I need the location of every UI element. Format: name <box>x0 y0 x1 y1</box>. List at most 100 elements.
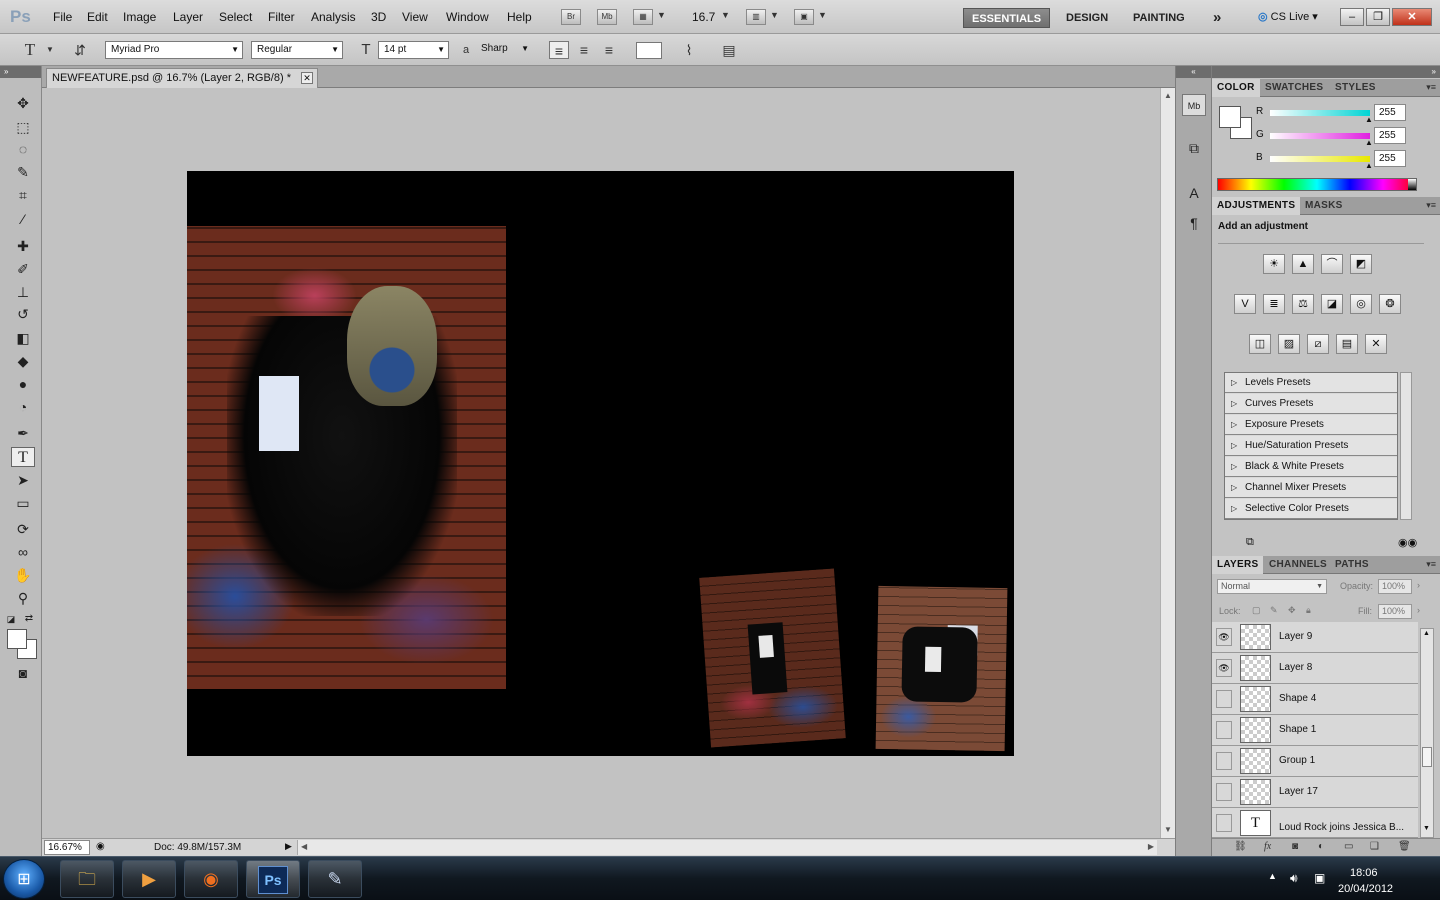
layer-style-icon[interactable]: fx <box>1264 841 1271 852</box>
vertical-scrollbar[interactable]: ▲ ▼ <box>1160 88 1175 838</box>
tab-masks[interactable]: MASKS <box>1300 197 1348 215</box>
align-right-icon[interactable]: ≡ <box>599 41 619 59</box>
taskbar-firefox[interactable]: ◉ <box>184 860 238 898</box>
layer-row[interactable]: 👁︎ Layer 9 <box>1212 622 1418 653</box>
menu-3d[interactable]: 3D <box>371 10 386 24</box>
eraser-tool-icon[interactable]: ◧ <box>11 328 35 348</box>
3d-rotate-tool-icon[interactable]: ⟳ <box>11 519 35 539</box>
text-color-swatch[interactable] <box>636 42 662 59</box>
screen-mode-button[interactable]: ▣ <box>794 9 814 25</box>
threshold-icon[interactable]: ⧄ <box>1307 334 1329 354</box>
layer-row[interactable]: T Loud Rock joins Jessica B... <box>1212 808 1418 838</box>
clock-date[interactable]: 20/04/2012 <box>1338 883 1393 895</box>
panel-menu-icon[interactable]: ▾≡ <box>1426 200 1436 211</box>
path-selection-tool-icon[interactable]: ➤ <box>11 470 35 490</box>
invert-icon[interactable]: ◫ <box>1249 334 1271 354</box>
clip-to-layer-icon[interactable]: ◉◉ <box>1398 536 1417 549</box>
tab-swatches[interactable]: SWATCHES <box>1260 79 1328 97</box>
history-brush-tool-icon[interactable]: ↺ <box>11 304 35 324</box>
add-mask-icon[interactable]: ◙ <box>1292 841 1298 852</box>
scroll-thumb[interactable] <box>1422 747 1432 767</box>
show-hidden-icons-icon[interactable]: ▲ <box>1268 871 1277 881</box>
blur-tool-icon[interactable]: ● <box>11 374 35 394</box>
rectangle-tool-icon[interactable]: ▭ <box>11 493 35 513</box>
color-spectrum-bar[interactable] <box>1217 178 1417 191</box>
fill-field[interactable]: 100% <box>1378 604 1412 619</box>
view-extras-button[interactable]: ▦ <box>633 9 653 25</box>
list-item[interactable]: ▷ Selective Color Presets <box>1225 499 1397 519</box>
layer-row[interactable]: Group 1 <box>1212 746 1418 777</box>
zoom-tool-icon[interactable]: ⚲ <box>11 588 35 608</box>
chevron-down-icon[interactable]: ▼ <box>40 41 60 59</box>
list-item[interactable]: ▷ Curves Presets <box>1225 394 1397 414</box>
layers-scrollbar[interactable]: ▲ ▼ <box>1420 628 1434 838</box>
expand-triangle-icon[interactable]: ▷ <box>1231 394 1237 414</box>
minibridge-button[interactable]: Mb <box>597 9 617 25</box>
volume-icon[interactable]: 🔊︎ <box>1290 871 1298 886</box>
layer-row[interactable]: 👁︎ Layer 8 <box>1212 653 1418 684</box>
color-value-r[interactable]: 255 <box>1374 104 1406 121</box>
status-info-icon[interactable]: ◉ <box>96 841 105 852</box>
color-slider-track-r[interactable] <box>1270 110 1370 116</box>
healing-brush-tool-icon[interactable]: ✚ <box>11 236 35 256</box>
type-tool-icon[interactable]: T <box>11 447 35 467</box>
scroll-left-icon[interactable]: ◀ <box>301 842 307 851</box>
tab-paths[interactable]: PATHS <box>1330 556 1374 574</box>
blend-mode-select[interactable]: Normal ▼ <box>1217 579 1327 594</box>
black-white-icon[interactable]: ◪ <box>1321 294 1343 314</box>
brightness-contrast-icon[interactable]: ☀ <box>1263 254 1285 274</box>
document-tab[interactable]: NEWFEATURE.psd @ 16.7% (Layer 2, RGB/8) … <box>46 68 318 88</box>
brush-tool-icon[interactable]: ✐ <box>11 259 35 279</box>
scroll-up-icon[interactable]: ▲ <box>1164 91 1172 100</box>
layer-row[interactable]: Shape 1 <box>1212 715 1418 746</box>
network-icon[interactable]: ▣ <box>1314 871 1325 885</box>
swap-colors-icon[interactable]: ⇄ <box>22 609 36 629</box>
menu-view[interactable]: View <box>402 10 428 24</box>
selective-color-icon[interactable]: ✕ <box>1365 334 1387 354</box>
antialias-select[interactable]: Sharp ▼ <box>476 41 532 59</box>
menu-window[interactable]: Window <box>446 10 489 24</box>
tab-adjustments[interactable]: ADJUSTMENTS <box>1212 197 1301 215</box>
list-item[interactable]: ▷ Black & White Presets <box>1225 457 1397 477</box>
taskbar-media-player[interactable]: ▶ <box>122 860 176 898</box>
align-left-icon[interactable]: ≡ <box>549 41 569 59</box>
scroll-up-icon[interactable]: ▲ <box>1423 630 1430 637</box>
gradient-map-icon[interactable]: ▤ <box>1336 334 1358 354</box>
default-colors-icon[interactable]: ◪ <box>4 609 18 629</box>
list-item[interactable]: ▷ Levels Presets <box>1225 373 1397 393</box>
clock-time[interactable]: 18:06 <box>1350 867 1378 879</box>
visibility-toggle[interactable] <box>1216 721 1232 739</box>
new-layer-icon[interactable]: ❑ <box>1370 841 1379 852</box>
taskbar-paint[interactable]: ✎ <box>308 860 362 898</box>
taskbar-explorer[interactable]: 🗀 <box>60 860 114 898</box>
color-value-g[interactable]: 255 <box>1374 127 1406 144</box>
menu-layer[interactable]: Layer <box>173 10 203 24</box>
document-canvas[interactable] <box>187 171 1014 756</box>
posterize-icon[interactable]: ▨ <box>1278 334 1300 354</box>
opacity-field[interactable]: 100% <box>1378 579 1412 594</box>
chevron-down-icon[interactable]: ▼ <box>721 10 730 20</box>
list-item[interactable]: ▷ Channel Mixer Presets <box>1225 478 1397 498</box>
bridge-button[interactable]: Br <box>561 9 581 25</box>
start-button[interactable]: ⊞ <box>3 859 45 899</box>
status-menu-arrow-icon[interactable]: ▶ <box>285 841 292 852</box>
taskbar-photoshop[interactable]: Ps <box>246 860 300 898</box>
tab-layers[interactable]: LAYERS <box>1212 556 1264 574</box>
new-group-icon[interactable]: ▭ <box>1344 841 1353 852</box>
expand-panel-icon[interactable]: » <box>0 66 41 78</box>
align-center-icon[interactable]: ≡ <box>574 41 594 59</box>
menu-analysis[interactable]: Analysis <box>311 10 356 24</box>
photo-hanging-figure[interactable] <box>699 568 846 748</box>
lock-image-icon[interactable]: ✎ <box>1270 605 1278 616</box>
link-layers-icon[interactable]: ⛓ <box>1234 841 1247 852</box>
font-family-select[interactable]: Myriad Pro ▼ <box>105 41 243 59</box>
workspace-design[interactable]: DESIGN <box>1058 8 1116 28</box>
quick-mask-icon[interactable]: ◙ <box>11 663 35 683</box>
list-item[interactable]: ▷ Hue/Saturation Presets <box>1225 436 1397 456</box>
expand-triangle-icon[interactable]: ▷ <box>1231 373 1237 393</box>
eyedropper-tool-icon[interactable]: ⁄ <box>11 209 35 229</box>
adjustment-layer-icon[interactable]: ◐ <box>1318 841 1324 852</box>
history-panel-icon[interactable]: ⧉ <box>1182 137 1206 159</box>
trash-icon[interactable]: 🗑︎ <box>1398 841 1411 852</box>
menu-file[interactable]: File <box>53 10 72 24</box>
